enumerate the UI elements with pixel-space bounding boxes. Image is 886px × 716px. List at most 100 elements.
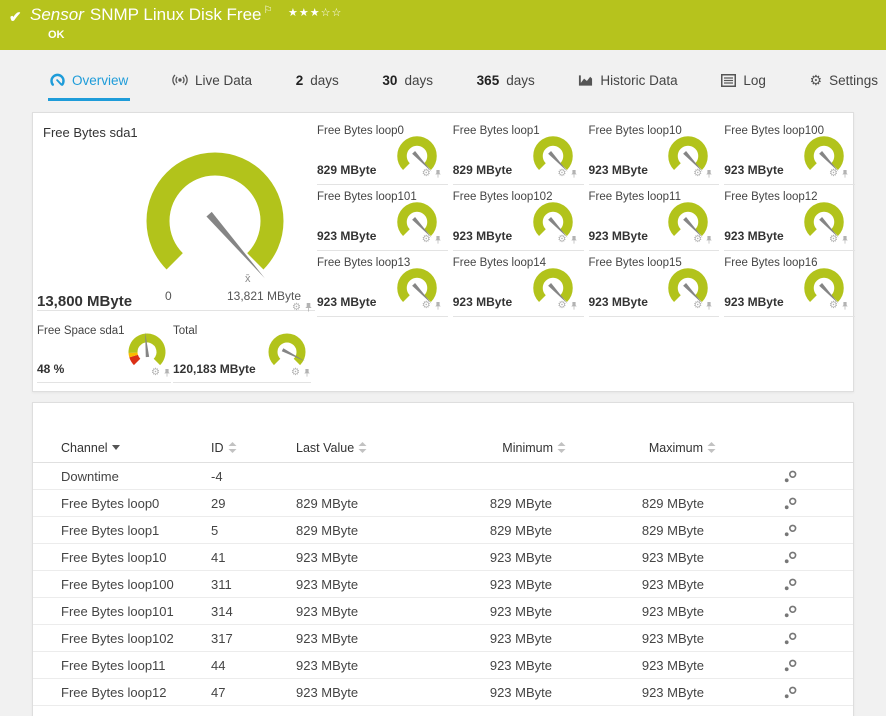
gauge-settings-gear-icon[interactable]: ⚙ — [422, 169, 431, 179]
cell-minimum: 923 MByte — [466, 577, 566, 592]
gauge-settings-gear-icon[interactable]: ⚙ — [829, 235, 838, 245]
cell-maximum: 923 MByte — [566, 604, 716, 619]
gauge-cell: Free Bytes loop10 923 MByte ⚙ — [589, 119, 720, 185]
channel-settings-icon[interactable] — [784, 632, 797, 645]
cell-minimum: 829 MByte — [466, 496, 566, 511]
free-space-gauge-cell: Free Space sda1 48 % ⚙ — [37, 321, 171, 383]
pin-icon[interactable] — [434, 169, 442, 179]
tab-365-days[interactable]: 365 days — [475, 62, 537, 101]
pin-icon[interactable] — [434, 235, 442, 245]
gauge-cell: Free Bytes loop0 829 MByte ⚙ — [317, 119, 448, 185]
average-marker: x̄ — [245, 273, 251, 285]
tab-overview-label: Overview — [72, 73, 128, 88]
pin-icon[interactable] — [303, 368, 311, 378]
column-header-id[interactable]: ID — [211, 441, 296, 455]
sort-icon — [557, 442, 566, 453]
gauge-settings-gear-icon[interactable]: ⚙ — [829, 169, 838, 179]
gauge-settings-gear-icon[interactable]: ⚙ — [693, 235, 702, 245]
table-row: Free Bytes loop10 41 923 MByte 923 MByte… — [33, 544, 853, 571]
gauge-cell: Free Bytes loop13 923 MByte ⚙ — [317, 251, 448, 317]
sort-icon — [707, 442, 716, 453]
sort-icon — [228, 442, 237, 453]
channel-settings-icon[interactable] — [784, 659, 797, 672]
gauge-settings-gear-icon[interactable]: ⚙ — [422, 301, 431, 311]
cell-channel: Free Bytes loop101 — [61, 604, 211, 619]
channel-settings-icon[interactable] — [784, 497, 797, 510]
gauge-settings-gear-icon[interactable]: ⚙ — [558, 301, 567, 311]
channel-settings-icon[interactable] — [784, 578, 797, 591]
tab-historic-label: Historic Data — [600, 73, 677, 88]
cell-channel: Free Bytes loop102 — [61, 631, 211, 646]
cell-maximum: 923 MByte — [566, 577, 716, 592]
gauge-settings-gear-icon[interactable]: ⚙ — [292, 303, 301, 313]
gauge-cell: Free Bytes loop15 923 MByte ⚙ — [589, 251, 720, 317]
cell-maximum: 923 MByte — [566, 658, 716, 673]
gauge-value: 923 MByte — [453, 229, 512, 243]
gauge-settings-gear-icon[interactable]: ⚙ — [558, 235, 567, 245]
table-row: Free Bytes loop11 44 923 MByte 923 MByte… — [33, 652, 853, 679]
tab-live-data[interactable]: Live Data — [170, 62, 254, 101]
column-header-minimum[interactable]: Minimum — [466, 441, 566, 455]
sort-icon — [358, 442, 367, 453]
tab-log[interactable]: Log — [719, 62, 768, 101]
column-header-maximum[interactable]: Maximum — [566, 441, 716, 455]
cell-channel: Free Bytes loop100 — [61, 577, 211, 592]
cell-last-value: 923 MByte — [296, 631, 466, 646]
log-icon — [721, 74, 736, 87]
table-row: Free Bytes loop101 314 923 MByte 923 MBy… — [33, 598, 853, 625]
pin-icon[interactable] — [304, 302, 313, 313]
gauge-settings-gear-icon[interactable]: ⚙ — [829, 301, 838, 311]
gauge-cell: Free Bytes loop11 923 MByte ⚙ — [589, 185, 720, 251]
gauge-scale-min: 0 — [165, 289, 172, 303]
cell-id: -4 — [211, 469, 296, 484]
channel-settings-icon[interactable] — [784, 524, 797, 537]
cell-last-value: 923 MByte — [296, 577, 466, 592]
channel-settings-icon[interactable] — [784, 551, 797, 564]
pin-icon[interactable] — [841, 169, 849, 179]
table-row: Free Bytes loop100 311 923 MByte 923 MBy… — [33, 571, 853, 598]
gauge-settings-gear-icon[interactable]: ⚙ — [693, 169, 702, 179]
cell-channel: Free Bytes loop10 — [61, 550, 211, 565]
pin-icon[interactable] — [705, 301, 713, 311]
tab-historic-data[interactable]: Historic Data — [576, 62, 679, 101]
pin-icon[interactable] — [570, 169, 578, 179]
gauge-settings-gear-icon[interactable]: ⚙ — [291, 368, 300, 378]
pin-icon[interactable] — [434, 301, 442, 311]
channel-table-panel: Channel ID Last Value Minimum — [32, 402, 854, 716]
channel-settings-icon[interactable] — [784, 470, 797, 483]
tab-overview[interactable]: Overview — [48, 62, 130, 101]
gauge-cell: Free Bytes loop1 829 MByte ⚙ — [453, 119, 584, 185]
channel-settings-icon[interactable] — [784, 605, 797, 618]
gauge-settings-gear-icon[interactable]: ⚙ — [422, 235, 431, 245]
flag-icon[interactable]: ⚐ — [264, 5, 273, 16]
tab-bar: Overview Live Data 2 days 30 days 365 da… — [0, 50, 886, 101]
column-header-last-value[interactable]: Last Value — [296, 441, 466, 455]
main-gauge-title: Free Bytes sda1 — [43, 125, 138, 140]
gauge-title: Free Bytes loop1 — [453, 125, 540, 137]
cell-id: 5 — [211, 523, 296, 538]
channel-settings-icon[interactable] — [784, 686, 797, 699]
tab-2-days[interactable]: 2 days — [294, 62, 341, 101]
priority-stars[interactable]: ★★★☆☆ — [288, 6, 342, 19]
pin-icon[interactable] — [570, 235, 578, 245]
sort-desc-icon — [112, 445, 120, 450]
column-header-channel[interactable]: Channel — [61, 441, 211, 455]
gauge-settings-gear-icon[interactable]: ⚙ — [558, 169, 567, 179]
tab-30-days[interactable]: 30 days — [380, 62, 435, 101]
gauge-value: 923 MByte — [724, 229, 783, 243]
pin-icon[interactable] — [841, 235, 849, 245]
cell-maximum: 829 MByte — [566, 496, 716, 511]
gauge-cell: Free Bytes loop101 923 MByte ⚙ — [317, 185, 448, 251]
gauge-title: Total — [173, 325, 197, 337]
cell-last-value: 923 MByte — [296, 550, 466, 565]
pin-icon[interactable] — [705, 235, 713, 245]
gauge-value: 923 MByte — [724, 295, 783, 309]
pin-icon[interactable] — [841, 301, 849, 311]
cell-minimum: 923 MByte — [466, 550, 566, 565]
tab-settings[interactable]: ⚙ Settings — [808, 62, 880, 101]
pin-icon[interactable] — [163, 368, 171, 378]
gauge-settings-gear-icon[interactable]: ⚙ — [151, 368, 160, 378]
pin-icon[interactable] — [705, 169, 713, 179]
pin-icon[interactable] — [570, 301, 578, 311]
gauge-settings-gear-icon[interactable]: ⚙ — [693, 301, 702, 311]
